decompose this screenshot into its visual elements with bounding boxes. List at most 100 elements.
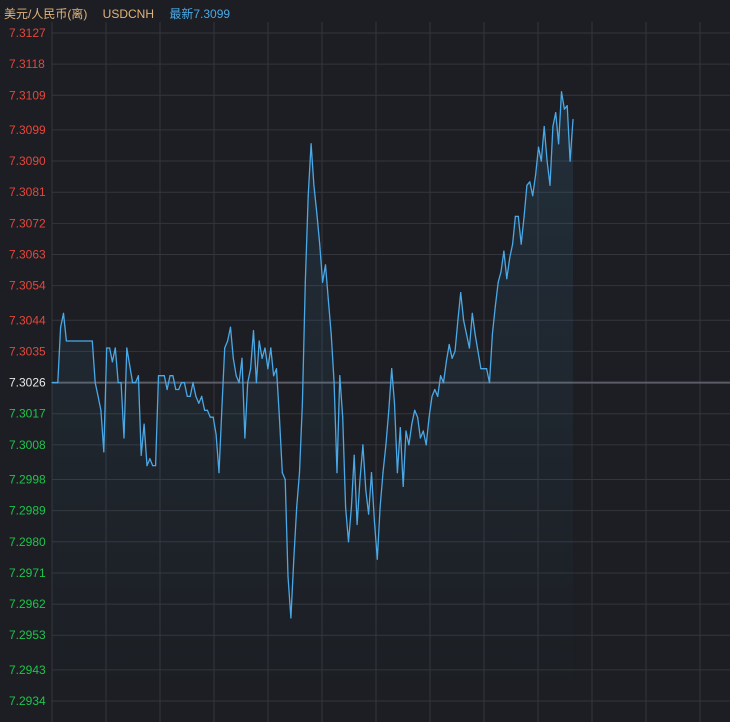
data-point: [215, 433, 217, 436]
data-point: [336, 472, 338, 474]
data-point: [68, 340, 70, 342]
data-point: [137, 375, 139, 377]
data-point: [359, 478, 361, 481]
data-point: [264, 347, 266, 349]
data-point: [189, 395, 191, 397]
data-point: [322, 281, 324, 283]
y-tick-label: 7.3118: [9, 57, 45, 71]
data-point: [163, 375, 165, 377]
data-point: [376, 558, 378, 560]
data-point: [526, 184, 528, 186]
data-point: [109, 347, 111, 349]
data-point: [97, 395, 99, 397]
y-tick-label: 7.3099: [9, 123, 46, 137]
data-point: [307, 195, 309, 197]
data-point: [310, 143, 312, 145]
data-point: [284, 478, 286, 481]
data-point: [91, 340, 93, 342]
data-point: [209, 416, 211, 418]
data-point: [166, 388, 168, 391]
data-point: [298, 472, 301, 474]
data-point: [324, 264, 327, 266]
line-chart: 7.3127 7.3118 7.3109 7.3099 7.3090 7.3081 7.30…: [9, 22, 730, 722]
y-tick-label: 7.3044: [9, 313, 46, 327]
data-point: [330, 333, 332, 335]
y-tick-label: 7.2998: [9, 472, 46, 486]
data-point: [316, 212, 318, 214]
data-point: [486, 368, 488, 370]
area-fill: [52, 91, 573, 702]
data-point: [255, 382, 257, 384]
data-point: [540, 160, 542, 162]
data-point: [555, 112, 557, 114]
data-point: [511, 243, 514, 245]
data-point: [281, 472, 283, 474]
data-point: [425, 444, 427, 446]
data-point: [523, 215, 525, 217]
data-point: [563, 108, 566, 110]
data-point: [483, 368, 485, 370]
data-point: [532, 195, 534, 197]
data-point: [94, 382, 96, 384]
data-point: [434, 388, 436, 391]
data-point: [465, 333, 468, 335]
data-point: [313, 184, 315, 186]
y-tick-label: 7.3026: [9, 376, 46, 390]
data-point: [506, 278, 508, 280]
data-point: [480, 368, 482, 370]
data-point: [111, 361, 113, 363]
data-point: [238, 382, 240, 384]
data-point: [175, 388, 177, 391]
data-point: [391, 368, 393, 370]
data-point: [468, 347, 470, 349]
data-point: [347, 541, 350, 543]
data-point: [293, 558, 295, 560]
data-point: [132, 382, 134, 384]
data-point: [65, 340, 67, 342]
data-point: [258, 340, 260, 342]
data-point: [152, 465, 154, 467]
data-point: [204, 409, 206, 411]
data-point: [399, 427, 401, 429]
data-point: [290, 617, 292, 619]
data-point: [402, 485, 404, 487]
data-point: [500, 271, 502, 273]
data-point: [296, 506, 298, 508]
data-point: [206, 409, 208, 411]
data-point: [451, 357, 453, 359]
data-point: [471, 312, 473, 314]
data-point: [445, 361, 447, 363]
data-point: [396, 472, 398, 474]
data-point: [368, 513, 370, 515]
y-tick-label: 7.3035: [9, 344, 46, 358]
y-tick-label: 7.3072: [9, 216, 46, 230]
data-point: [537, 146, 540, 148]
data-point: [146, 465, 148, 467]
data-point: [129, 364, 131, 366]
data-point: [301, 402, 303, 404]
data-point: [503, 250, 505, 252]
data-point: [437, 395, 439, 397]
y-tick-label: 7.2989: [9, 504, 46, 518]
data-point: [491, 333, 493, 335]
data-point: [241, 357, 243, 359]
data-point: [157, 375, 160, 377]
data-point: [103, 451, 105, 453]
data-point: [411, 423, 413, 425]
data-point: [514, 215, 517, 217]
data-point: [460, 292, 462, 294]
y-tick-label: 7.3109: [9, 88, 46, 102]
data-point: [83, 340, 85, 342]
data-point: [71, 340, 73, 342]
data-point: [172, 375, 174, 377]
data-point: [327, 298, 329, 301]
data-point: [339, 375, 341, 377]
data-point: [497, 281, 499, 283]
data-point: [569, 160, 571, 162]
data-point: [353, 454, 355, 456]
data-point: [180, 382, 183, 384]
data-point: [546, 160, 548, 162]
data-point: [385, 444, 387, 446]
data-point: [287, 575, 289, 578]
data-point: [543, 125, 545, 128]
